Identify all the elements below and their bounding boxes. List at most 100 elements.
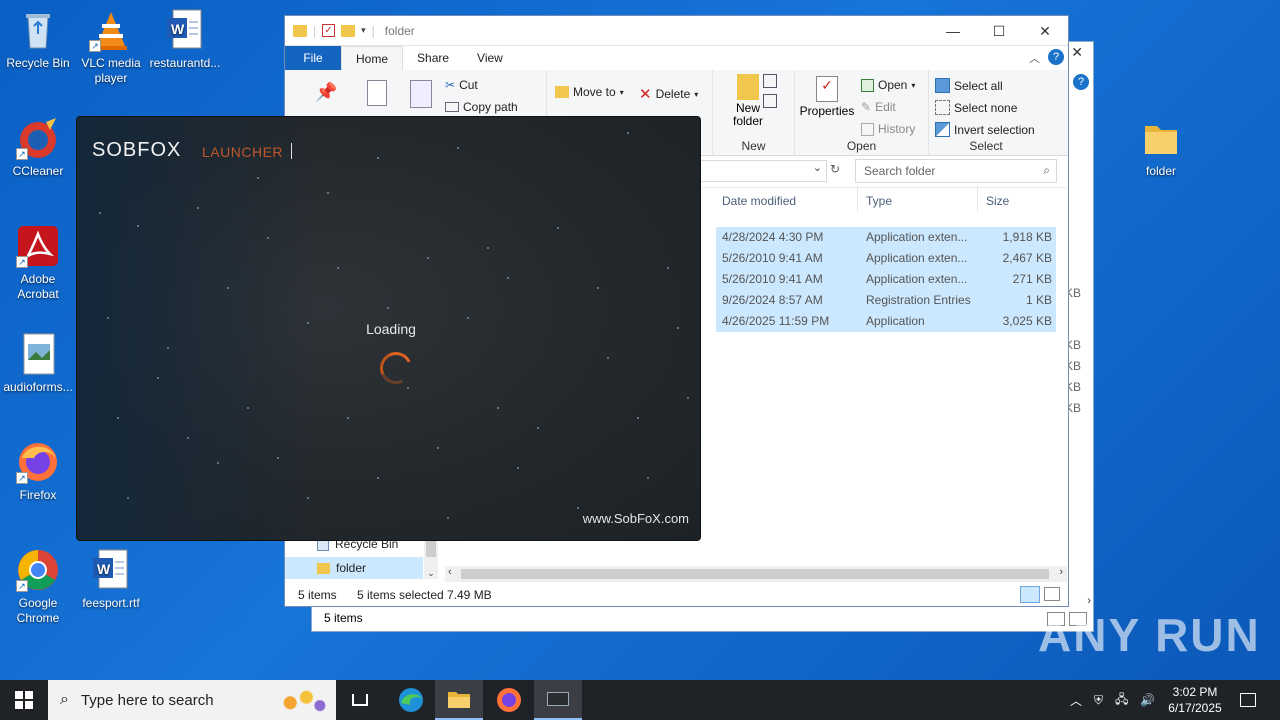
tab-file[interactable]: File — [285, 46, 341, 70]
sobfox-taskbar-icon[interactable] — [534, 680, 582, 720]
taskbar-search-box[interactable]: ⌕ Type here to search — [48, 680, 336, 720]
move-to-button[interactable]: Move to ▾ — [555, 85, 624, 99]
tab-view[interactable]: View — [463, 46, 517, 70]
large-icons-view-icon[interactable] — [1044, 587, 1060, 601]
tab-share[interactable]: Share — [403, 46, 463, 70]
paste-icon[interactable] — [410, 80, 432, 108]
copy-path-button[interactable]: Copy path — [445, 100, 518, 114]
shortcut-arrow-icon: ↗ — [16, 256, 28, 268]
select-none-button[interactable]: Select none — [935, 100, 1017, 115]
new-item-icon[interactable] — [763, 74, 777, 88]
help-icon[interactable]: ? — [1073, 74, 1089, 90]
desktop-icon-folder[interactable]: folder — [1123, 116, 1199, 179]
taskbar-clock[interactable]: 3:02 PM 6/17/2025 — [1160, 684, 1230, 716]
acrobat-icon: ↗ — [16, 224, 60, 268]
pin-icon[interactable]: 📌 — [315, 82, 337, 103]
invert-selection-label: Invert selection — [954, 122, 1035, 137]
file-row[interactable]: 5/26/2010 9:41 AM Application exten... 2… — [716, 269, 1056, 290]
invert-selection-button[interactable]: Invert selection — [935, 122, 1035, 137]
desktop-icon-label: folder — [1145, 164, 1177, 178]
star-dot — [327, 192, 329, 194]
column-header-date[interactable]: Date modified — [716, 186, 858, 212]
properties-checkbox-icon[interactable]: ✓ — [322, 24, 336, 37]
minimize-icon[interactable]: — — [930, 16, 976, 46]
folder-icon — [1139, 116, 1183, 160]
close-icon[interactable]: ✕ — [1071, 44, 1083, 61]
search-input[interactable]: Search folder ⌕ — [855, 159, 1057, 183]
easy-access-icon[interactable] — [763, 94, 777, 108]
file-explorer-taskbar-icon[interactable] — [435, 680, 483, 720]
properties-button[interactable]: ✓ Properties — [799, 76, 855, 118]
copy-icon[interactable] — [367, 80, 387, 106]
collapse-ribbon-icon[interactable]: ︿ — [1029, 50, 1040, 66]
cut-button[interactable]: ✂ Cut — [445, 78, 478, 92]
size-cell: 1 KB — [1025, 293, 1052, 307]
select-all-button[interactable]: Select all — [935, 78, 1003, 93]
launcher-brand: SOBFOX — [92, 139, 182, 161]
nav-item-folder[interactable]: folder — [285, 557, 423, 579]
desktop-icon-feesport[interactable]: W feesport.rtf — [73, 548, 149, 611]
network-icon[interactable]: 🖧 — [1115, 690, 1128, 711]
file-row[interactable]: 5/26/2010 9:41 AM Application exten... 2… — [716, 248, 1056, 269]
edit-pencil-icon: ✎ — [861, 100, 872, 114]
desktop-icon-ccleaner[interactable]: ↗ CCleaner — [0, 116, 76, 179]
ribbon-group-open: ✓ Properties Open ▾ ✎ Edit History Open — [795, 70, 929, 156]
horizontal-scrollbar[interactable]: ‹ › — [445, 566, 1067, 582]
desktop-icon-label: Google Chrome — [16, 596, 60, 625]
close-icon[interactable]: ✕ — [1022, 16, 1068, 46]
star-dot — [447, 517, 449, 519]
chrome-icon: ↗ — [16, 548, 60, 592]
task-view-icon[interactable] — [336, 680, 384, 720]
edge-icon[interactable] — [387, 680, 435, 720]
sobfox-launcher-window[interactable]: SOBFOX LAUNCHER Loading www.SobFoX.com — [76, 116, 701, 541]
desktop-icon-adobe-acrobat[interactable]: ↗ Adobe Acrobat — [0, 224, 76, 302]
svg-text:W: W — [97, 561, 111, 577]
chevron-up-icon[interactable]: ︿ — [1070, 692, 1082, 709]
file-row[interactable]: 9/26/2024 8:57 AM Registration Entries 1… — [716, 290, 1056, 311]
edit-button[interactable]: ✎ Edit — [861, 100, 896, 114]
open-button[interactable]: Open ▾ — [861, 78, 915, 92]
file-row[interactable]: 4/26/2025 11:59 PM Application 3,025 KB — [716, 311, 1056, 332]
quick-access-dropdown-icon[interactable]: ▾ — [361, 25, 366, 36]
start-button[interactable] — [0, 680, 48, 720]
move-to-label: Move to — [573, 85, 616, 99]
type-cell: Registration Entries — [866, 293, 971, 307]
star-dot — [247, 407, 249, 409]
refresh-icon[interactable]: ↻ — [825, 162, 845, 180]
ribbon-group-select: Select all Select none Invert selection … — [929, 70, 1043, 156]
scroll-left-icon[interactable]: ‹ — [448, 566, 452, 578]
notifications-icon[interactable] — [1230, 680, 1266, 720]
delete-button[interactable]: ✕ Delete ▾ — [639, 85, 698, 103]
volume-icon[interactable]: 🔊 — [1140, 693, 1155, 707]
desktop-icon-audioforms[interactable]: audioforms... — [0, 332, 76, 395]
horizontal-scroll-thumb[interactable] — [461, 569, 1049, 579]
desktop-icon-label: feesport.rtf — [82, 596, 140, 610]
details-view-icon[interactable] — [1020, 586, 1040, 603]
new-folder-quick-icon[interactable] — [341, 24, 356, 37]
scroll-down-icon[interactable]: ⌄ — [424, 568, 438, 579]
desktop-icon-chrome[interactable]: ↗ Google Chrome — [0, 548, 76, 626]
star-dot — [257, 177, 259, 179]
address-dropdown[interactable]: ⌄ — [695, 160, 827, 182]
title-bar[interactable]: | ✓ ▾ | folder — ☐ ✕ — [285, 16, 1068, 46]
scroll-right-icon[interactable]: › — [1059, 566, 1063, 578]
column-header-type[interactable]: Type — [860, 186, 978, 212]
date-cell: 4/26/2025 11:59 PM — [722, 314, 830, 328]
launcher-divider — [291, 143, 292, 159]
history-button[interactable]: History — [861, 122, 915, 136]
column-header-size[interactable]: Size — [980, 186, 1058, 212]
file-row[interactable]: 4/28/2024 4:30 PM Application exten... 1… — [716, 227, 1056, 248]
defender-icon[interactable]: ⛨ — [1094, 693, 1103, 708]
desktop-icon-restaurant-doc[interactable]: W restaurantd... — [147, 8, 223, 71]
firefox-taskbar-icon[interactable] — [485, 680, 533, 720]
launcher-background-shade — [77, 117, 317, 540]
svg-text:W: W — [171, 21, 185, 37]
desktop-icon-firefox[interactable]: ↗ Firefox — [0, 440, 76, 503]
desktop-icon-recycle-bin[interactable]: Recycle Bin — [0, 8, 76, 71]
desktop-icon-vlc[interactable]: ↗ VLC media player — [73, 8, 149, 86]
tab-home[interactable]: Home — [341, 46, 404, 70]
clock-time: 3:02 PM — [1172, 685, 1218, 699]
desktop-icon-label: audioforms... — [3, 380, 73, 394]
help-icon[interactable]: ? — [1048, 49, 1064, 65]
maximize-icon[interactable]: ☐ — [976, 16, 1022, 46]
